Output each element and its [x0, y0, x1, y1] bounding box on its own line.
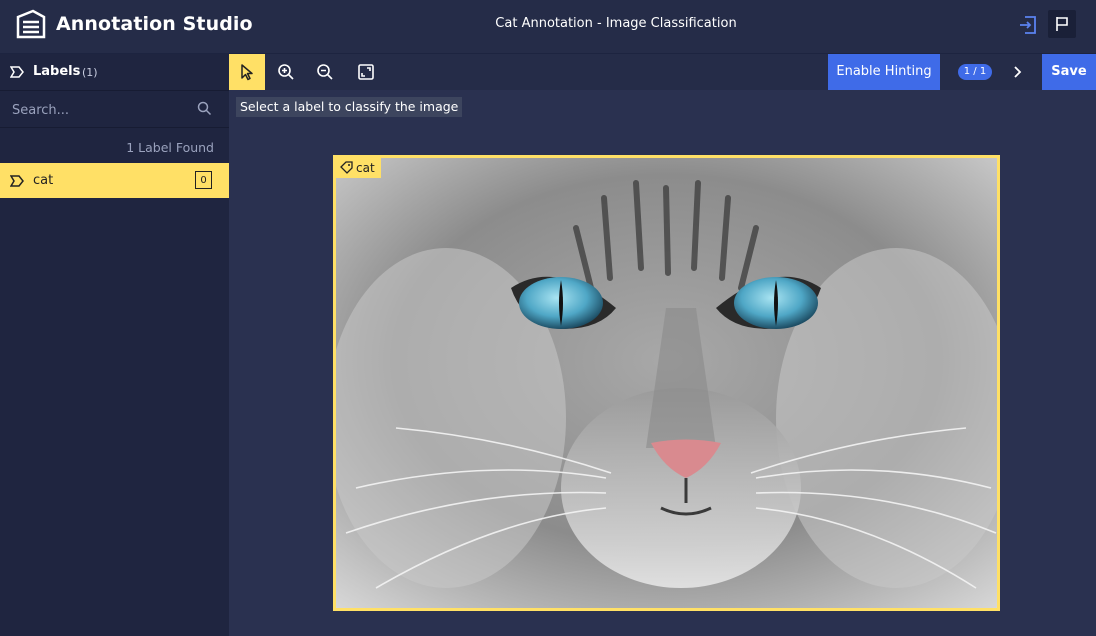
select-tool-button[interactable] [229, 54, 265, 90]
flag-icon [1056, 17, 1068, 31]
label-count-badge: 0 [195, 171, 212, 189]
fit-screen-button[interactable] [348, 54, 384, 90]
tag-icon [340, 161, 353, 174]
labels-sidebar: Labels (1) 1 Label Found cat 0 [0, 54, 229, 636]
cat-image [336, 158, 997, 608]
zoom-out-icon [317, 64, 333, 80]
document-title: Cat Annotation - Image Classification [495, 16, 737, 31]
image-canvas[interactable]: cat [333, 155, 1000, 611]
labels-count: (1) [82, 66, 98, 79]
toolbar: Enable Hinting 1 / 1 Save [229, 54, 1096, 90]
label-tag-icon [10, 66, 24, 78]
zoom-out-button[interactable] [307, 54, 343, 90]
image-tag-text: cat [356, 161, 375, 175]
zoom-in-icon [278, 64, 294, 80]
instruction-text: Select a label to classify the image [236, 97, 463, 117]
fit-screen-icon [358, 64, 374, 80]
chevron-right-icon[interactable] [1009, 64, 1025, 80]
label-name: cat [33, 173, 54, 188]
top-bar: Annotation Studio Cat Annotation - Image… [0, 0, 1096, 54]
label-tag-icon [10, 175, 24, 187]
labels-title: Labels [33, 64, 81, 79]
exit-icon[interactable] [1017, 14, 1039, 36]
save-button[interactable]: Save [1042, 54, 1096, 90]
labels-found-text: 1 Label Found [126, 140, 214, 155]
labels-header: Labels (1) [0, 54, 229, 91]
zoom-in-button[interactable] [268, 54, 304, 90]
label-search [0, 91, 229, 128]
search-icon[interactable] [197, 101, 212, 116]
pointer-icon [241, 64, 253, 81]
page-indicator: 1 / 1 [958, 64, 992, 80]
search-input[interactable] [10, 99, 194, 121]
enable-hinting-button[interactable]: Enable Hinting [828, 54, 940, 90]
image-label-tag: cat [336, 158, 381, 178]
label-item-cat[interactable]: cat 0 [0, 163, 229, 198]
flag-button[interactable] [1048, 10, 1076, 38]
